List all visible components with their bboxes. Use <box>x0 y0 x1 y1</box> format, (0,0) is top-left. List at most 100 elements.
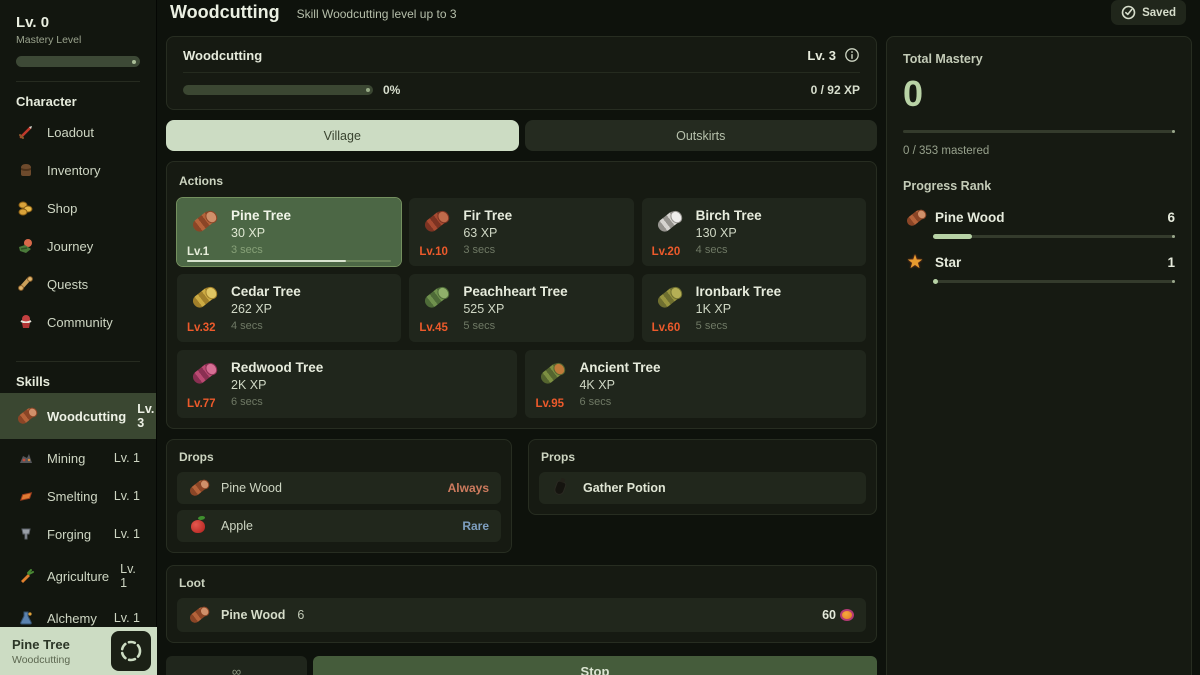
sidebar-item-woodcutting[interactable]: Woodcutting Lv. 3 <box>0 393 156 439</box>
sidebar-item-shop[interactable]: Shop <box>0 189 156 227</box>
action-card-left: Lv.1 <box>187 208 231 258</box>
action-xp: 525 XP <box>463 302 623 316</box>
active-task-skill: Woodcutting <box>12 654 111 666</box>
total-mastery-value: 0 <box>903 74 1175 114</box>
tab-outskirts[interactable]: Outskirts <box>525 120 878 151</box>
skill-level: Lv. 1 <box>114 527 140 541</box>
sidebar-item-community[interactable]: Community <box>0 303 156 341</box>
action-xp: 63 XP <box>463 226 623 240</box>
action-time: 5 secs <box>463 320 623 332</box>
pine-log-icon <box>187 208 221 234</box>
skill-level: Lv. 1 <box>114 451 140 465</box>
progress-fill <box>933 234 972 239</box>
action-card-pine-tree[interactable]: Lv.1 Pine Tree 30 XP 3 secs <box>177 198 401 266</box>
mastery-summary: Lv. 0 Mastery Level <box>0 0 156 82</box>
flask-icon <box>16 608 36 628</box>
action-card-redwood-tree[interactable]: Lv.77 Redwood Tree 2K XP 6 secs <box>177 350 517 418</box>
action-card-body: Birch Tree 130 XP 4 secs <box>696 208 856 258</box>
action-card-body: Ancient Tree 4K XP 6 secs <box>579 360 856 410</box>
action-name: Ancient Tree <box>579 360 856 375</box>
action-time: 5 secs <box>696 320 856 332</box>
sidebar-divider-wrap <box>0 341 156 362</box>
sidebar-item-forging[interactable]: Forging Lv. 1 <box>0 515 156 553</box>
pine-log-icon <box>185 475 211 501</box>
sidebar-item-label: Forging <box>47 527 103 542</box>
rank-item-name: Star <box>935 255 1159 270</box>
bag-icon <box>16 160 36 180</box>
birch-log-icon <box>652 208 686 234</box>
sidebar-item-label: Community <box>47 315 140 330</box>
sidebar-item-label: Agriculture <box>47 569 109 584</box>
sidebar-item-agriculture[interactable]: Agriculture Lv. 1 <box>0 553 156 599</box>
sidebar-item-journey[interactable]: Journey <box>0 227 156 265</box>
rank-item-value: 6 <box>1167 210 1175 225</box>
active-task-name: Pine Tree <box>12 637 111 652</box>
action-level: Lv.10 <box>419 246 448 258</box>
ore-icon <box>16 448 36 468</box>
infinity-icon: ∞ <box>232 664 241 675</box>
action-name: Pine Tree <box>231 208 391 223</box>
action-card-ironbark-tree[interactable]: Lv.60 Ironbark Tree 1K XP 5 secs <box>642 274 866 342</box>
loot-title: Loot <box>177 574 866 598</box>
map-icon <box>16 236 36 256</box>
sidebar-item-label: Mining <box>47 451 103 466</box>
action-controls: ∞ Stop <box>166 656 877 675</box>
sidebar: Lv. 0 Mastery Level Character Loadout In… <box>0 0 157 675</box>
coin-icon <box>840 609 854 621</box>
action-time: 6 secs <box>579 396 856 408</box>
skill-progress-panel: Woodcutting Lv. 3 0% 0 / 92 XP <box>166 36 877 110</box>
action-level: Lv.60 <box>652 322 681 334</box>
mastery-progress-bar <box>16 56 140 67</box>
progress-thumb <box>1172 130 1175 133</box>
action-xp: 1K XP <box>696 302 856 316</box>
action-xp: 130 XP <box>696 226 856 240</box>
sidebar-item-loadout[interactable]: Loadout <box>0 113 156 151</box>
action-card-body: Pine Tree 30 XP 3 secs <box>231 208 391 258</box>
sidebar-item-quests[interactable]: Quests <box>0 265 156 303</box>
sidebar-item-mining[interactable]: Mining Lv. 1 <box>0 439 156 477</box>
scroll-icon <box>16 274 36 294</box>
sidebar-item-label: Journey <box>47 239 140 254</box>
ironbark-log-icon <box>652 284 686 310</box>
mastery-level-value: Lv. 0 <box>16 14 140 31</box>
loot-quantity: 6 <box>297 608 304 622</box>
action-card-birch-tree[interactable]: Lv.20 Birch Tree 130 XP 4 secs <box>642 198 866 266</box>
check-circle-icon <box>1121 5 1136 20</box>
sidebar-item-inventory[interactable]: Inventory <box>0 151 156 189</box>
stop-button[interactable]: Stop <box>313 656 877 675</box>
action-card-cedar-tree[interactable]: Lv.32 Cedar Tree 262 XP 4 secs <box>177 274 401 342</box>
skill-level-value: Lv. 3 <box>807 48 836 63</box>
action-card-peachheart-tree[interactable]: Lv.45 Peachheart Tree 525 XP 5 secs <box>409 274 633 342</box>
sidebar-section-skills: Skills <box>0 362 156 393</box>
sidebar-item-label: Shop <box>47 201 140 216</box>
progress-rank-section: Progress Rank Pine Wood 6 <box>903 179 1175 283</box>
action-level: Lv.95 <box>535 398 564 410</box>
skill-panel-header: Woodcutting Lv. 3 <box>183 47 860 73</box>
action-card-body: Peachheart Tree 525 XP 5 secs <box>463 284 623 334</box>
infinite-repeat-button[interactable]: ∞ <box>166 656 307 675</box>
action-xp: 30 XP <box>231 226 391 240</box>
rank-item-header: Pine Wood 6 <box>903 207 1175 229</box>
progress-thumb <box>132 60 136 64</box>
sword-icon <box>16 122 36 142</box>
action-level: Lv.77 <box>187 398 216 410</box>
rank-progress-bar <box>933 280 1175 283</box>
actions-title: Actions <box>177 172 866 198</box>
mastery-level-label: Mastery Level <box>16 34 140 46</box>
action-card-left: Lv.95 <box>535 360 579 410</box>
info-icon[interactable] <box>844 47 860 63</box>
action-card-fir-tree[interactable]: Lv.10 Fir Tree 63 XP 3 secs <box>409 198 633 266</box>
rank-progress-bar <box>933 235 1175 238</box>
tab-village[interactable]: Village <box>166 120 519 151</box>
action-card-ancient-tree[interactable]: Lv.95 Ancient Tree 4K XP 6 secs <box>525 350 866 418</box>
sidebar-item-label: Loadout <box>47 125 140 140</box>
log-icon <box>16 406 36 426</box>
sidebar-item-smelting[interactable]: Smelting Lv. 1 <box>0 477 156 515</box>
action-xp: 4K XP <box>579 378 856 392</box>
action-card-left: Lv.77 <box>187 360 231 410</box>
drop-row-apple: Apple Rare <box>177 510 501 542</box>
active-task-widget[interactable]: Pine Tree Woodcutting <box>0 627 157 675</box>
drop-rarity: Always <box>448 481 489 495</box>
skill-level: Lv. 1 <box>120 562 140 590</box>
saved-label: Saved <box>1142 7 1176 19</box>
